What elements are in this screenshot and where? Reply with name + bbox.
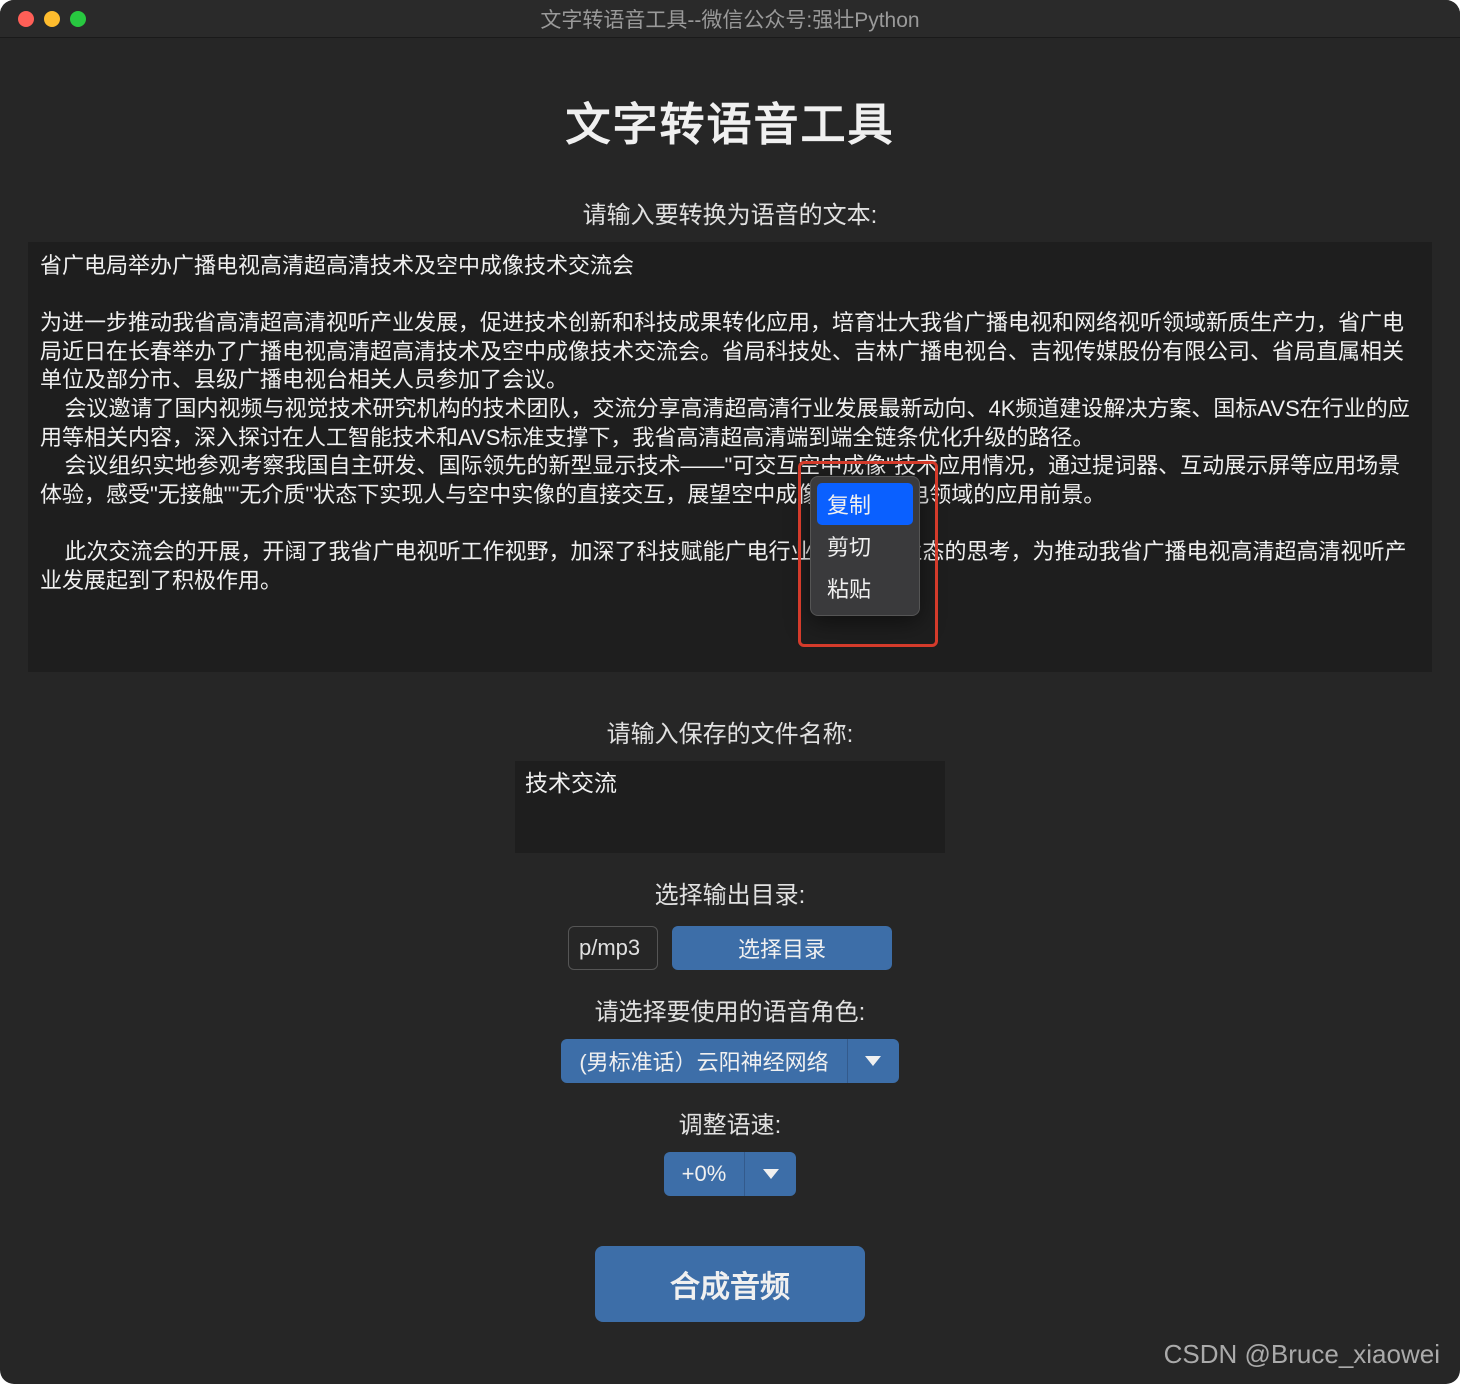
page-title: 文字转语音工具 (565, 88, 894, 153)
voice-label: 请选择要使用的语音角色: (595, 992, 866, 1027)
chevron-down-icon (865, 1056, 881, 1066)
filename-input[interactable]: 技术交流 (515, 761, 945, 853)
app-window: 文字转语音工具--微信公众号:强壮Python 文字转语音工具 请输入要转换为语… (0, 0, 1460, 1384)
speed-select-value: +0% (664, 1152, 744, 1196)
synthesize-button[interactable]: 合成音频 (595, 1246, 865, 1322)
watermark: CSDN @Bruce_xiaowei (1164, 1339, 1440, 1370)
context-menu-copy[interactable]: 复制 (817, 483, 913, 525)
choose-dir-button[interactable]: 选择目录 (672, 926, 892, 970)
voice-select-arrow[interactable] (847, 1039, 899, 1083)
filename-label: 请输入保存的文件名称: (607, 714, 854, 749)
window-minimize-button[interactable] (44, 11, 60, 27)
titlebar: 文字转语音工具--微信公众号:强壮Python (0, 0, 1460, 38)
output-dir-row: 选择目录 (568, 926, 892, 970)
window-maximize-button[interactable] (70, 11, 86, 27)
speed-select-arrow[interactable] (744, 1152, 796, 1196)
context-menu-paste[interactable]: 粘贴 (817, 567, 913, 609)
chevron-down-icon (763, 1169, 779, 1179)
voice-select-value: (男标准话）云阳神经网络 (561, 1039, 846, 1083)
context-menu: 复制 剪切 粘贴 (810, 476, 920, 616)
context-menu-cut[interactable]: 剪切 (817, 525, 913, 567)
content-area: 文字转语音工具 请输入要转换为语音的文本: 请输入保存的文件名称: 技术交流 选… (0, 38, 1460, 1350)
traffic-lights (0, 11, 86, 27)
speed-select[interactable]: +0% (664, 1152, 796, 1196)
speed-label: 调整语速: (679, 1105, 782, 1140)
output-dir-display[interactable] (568, 926, 658, 970)
text-input-label: 请输入要转换为语音的文本: (583, 195, 878, 230)
text-input[interactable] (28, 242, 1432, 672)
window-title: 文字转语音工具--微信公众号:强壮Python (540, 4, 919, 34)
output-dir-label: 选择输出目录: (655, 875, 806, 910)
window-close-button[interactable] (18, 11, 34, 27)
voice-select[interactable]: (男标准话）云阳神经网络 (561, 1039, 898, 1083)
